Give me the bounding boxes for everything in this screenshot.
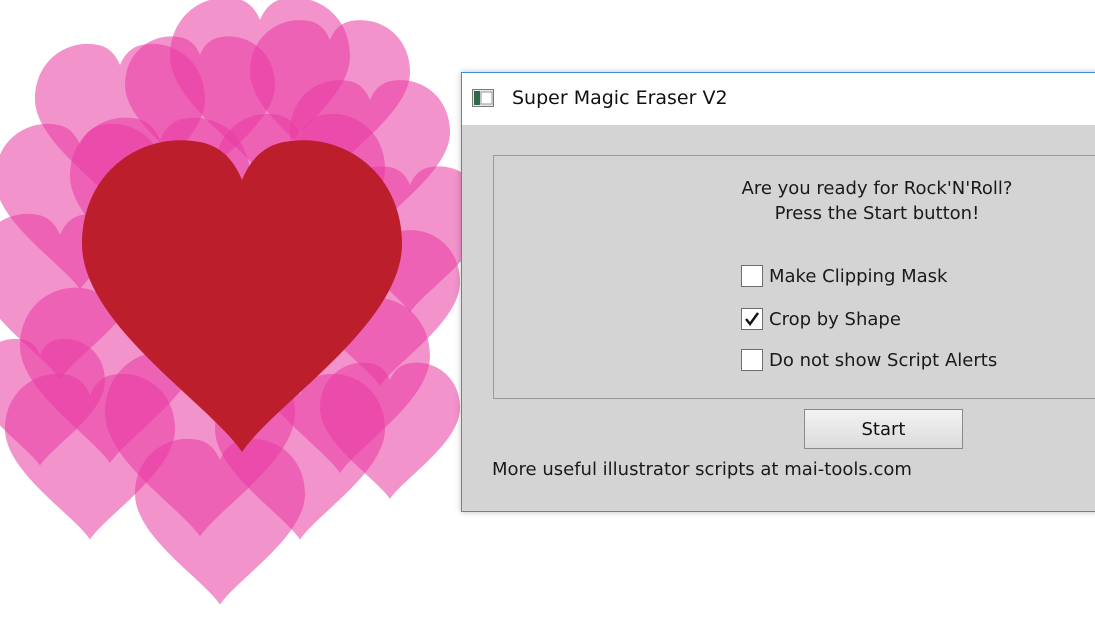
script-dialog: Super Magic Eraser V2 Are you ready for … (461, 72, 1095, 512)
intro-line-2: Press the Start button! (774, 203, 980, 224)
title-bar[interactable]: Super Magic Eraser V2 (462, 73, 1095, 125)
option-label: Do not show Script Alerts (769, 349, 998, 371)
crop-by-shape-checkbox[interactable] (741, 308, 763, 330)
intro-text: Are you ready for Rock'N'Roll? Press the… (702, 176, 1052, 226)
option-crop-by-shape[interactable]: Crop by Shape (741, 306, 901, 332)
window-title: Super Magic Eraser V2 (512, 87, 728, 109)
option-label: Make Clipping Mask (769, 265, 948, 287)
illustrator-canvas: Super Magic Eraser V2 Are you ready for … (0, 0, 1095, 634)
make-clipping-mask-checkbox[interactable] (741, 265, 763, 287)
do-not-show-script-alerts-checkbox[interactable] (741, 349, 763, 371)
footer-link-text: More useful illustrator scripts at mai-t… (492, 459, 912, 480)
checkmark-icon (745, 312, 759, 326)
option-do-not-show-script-alerts[interactable]: Do not show Script Alerts (741, 347, 997, 373)
intro-line-1: Are you ready for Rock'N'Roll? (741, 178, 1013, 199)
option-make-clipping-mask[interactable]: Make Clipping Mask (741, 263, 947, 289)
window-app-icon (472, 89, 494, 107)
start-button[interactable]: Start (804, 409, 963, 449)
option-label: Crop by Shape (769, 308, 901, 330)
